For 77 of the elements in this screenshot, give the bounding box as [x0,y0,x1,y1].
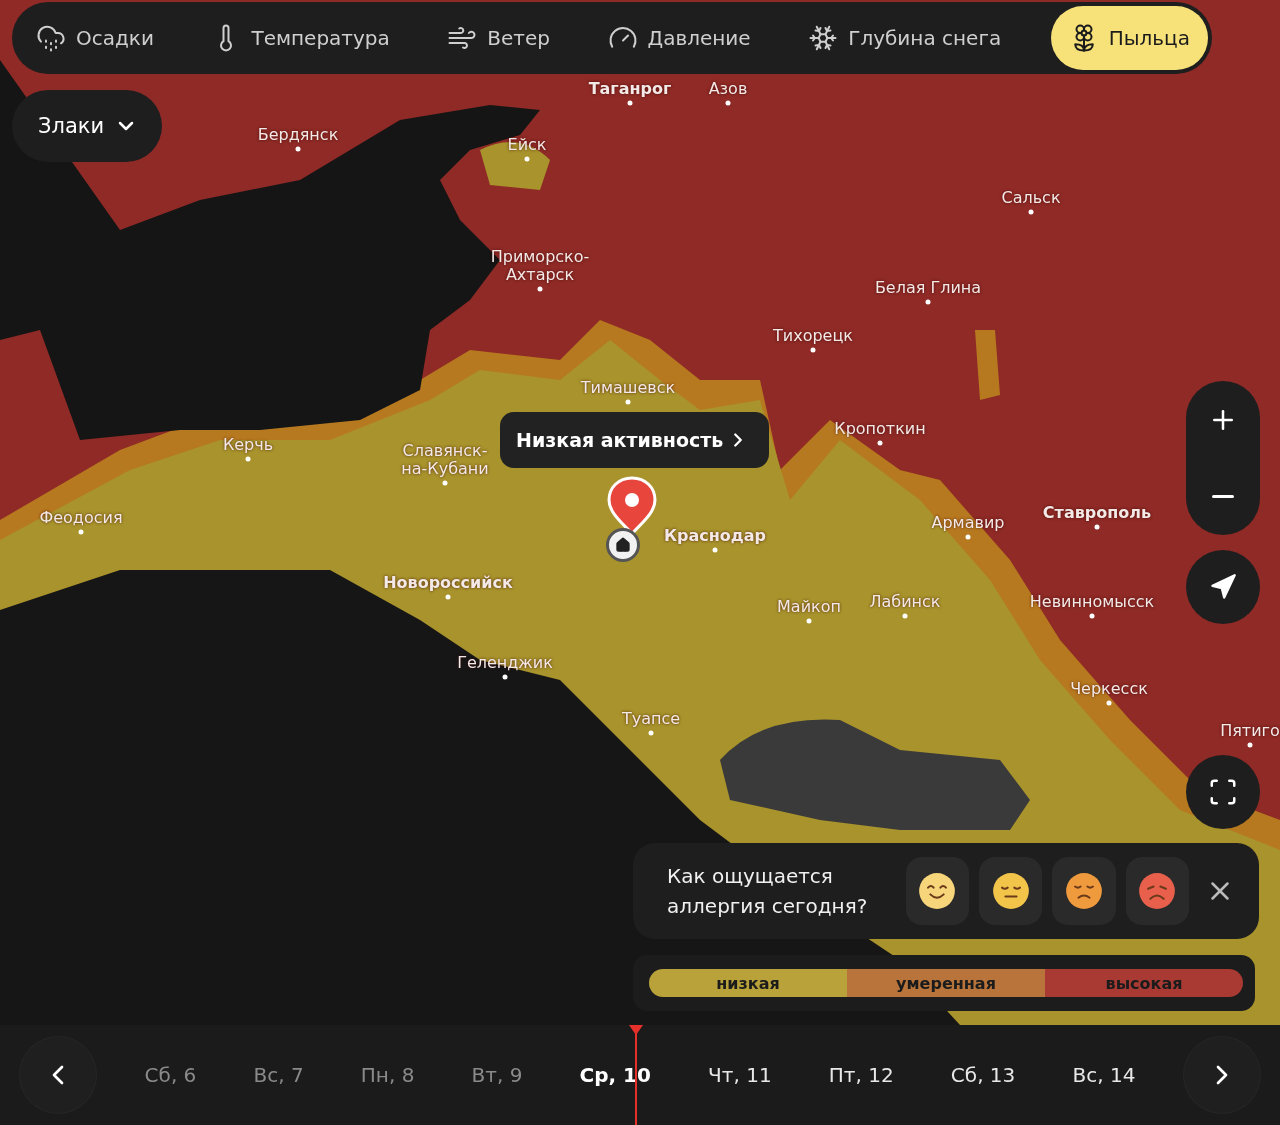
layer-tab[interactable]: Температура [203,6,398,70]
activity-popup[interactable]: Низкая активность [500,412,770,468]
feedback-question: Как ощущается аллергия сегодня? [667,863,869,920]
legend-level: низкая [649,969,847,997]
city-dot [625,399,631,405]
city-dot [965,534,971,540]
city-label: Азов [708,80,748,98]
city-dot [725,100,731,106]
navigation-arrow-icon [1209,573,1237,601]
city-dot [537,286,543,292]
city-label: Бердянск [257,126,339,144]
city-dot [1247,742,1253,748]
mood-button[interactable] [1052,857,1116,925]
city-dot [524,156,530,162]
city-dot [1089,613,1095,619]
day-tab[interactable]: Сб, 13 [944,1062,1022,1088]
day-tab[interactable]: Вс, 14 [1066,1062,1142,1088]
snowflake-icon [808,23,839,53]
city-dot [1028,209,1034,215]
city-dot [1106,700,1112,706]
city-label: Туапсе [621,710,681,728]
city-dot [245,456,251,462]
city-dot [810,347,816,353]
layer-tab[interactable]: Осадки [28,6,162,70]
day-tab[interactable]: Вт, 9 [465,1062,529,1088]
mood-button[interactable] [979,857,1043,925]
day-tab[interactable]: Чт, 11 [702,1062,778,1088]
city-label: Тихорецк [773,327,853,345]
day-tab[interactable]: Пн, 8 [354,1062,421,1088]
city-label: Сальск [1001,189,1061,207]
home-icon [615,537,631,553]
minus-icon [1212,495,1234,498]
city-label: Славянск- на-Кубани [401,442,489,478]
city-label: Ейск [507,136,547,154]
day-tab[interactable]: Сб, 6 [138,1062,203,1088]
city-label: Таганрог [588,80,672,98]
layer-tab[interactable]: Ветер [439,6,558,70]
city-dot [877,440,883,446]
cloud-drizzle-icon [36,23,66,53]
city-dot [445,594,451,600]
city-label: Черкесск [1070,680,1148,698]
city-label: Кропоткин [834,420,926,438]
city-dot [627,100,633,106]
city-dot [295,146,301,152]
city-label: Невинномысск [1029,593,1155,611]
city-dot [902,613,908,619]
layer-tab[interactable]: Пыльца [1050,6,1208,70]
city-label: Феодосия [39,509,123,527]
mood-button[interactable] [905,857,970,925]
city-label: Армавир [931,514,1005,532]
city-label: Белая Глина [874,279,982,297]
city-dot [648,730,654,736]
legend-level: высокая [1045,969,1243,997]
city-dot [442,480,448,486]
city-label: Лабинск [869,593,941,611]
fullscreen-icon [1208,777,1238,807]
city-label: Краснодар [664,527,766,545]
pollen-filter-dropdown[interactable]: Злаки [12,90,163,162]
city-dot [806,618,812,624]
city-dot [1094,524,1100,530]
day-tab[interactable]: Пт, 12 [822,1062,900,1088]
city-label: Пятиго [1220,722,1280,740]
city-label: Новороссийск [383,574,513,592]
day-tab[interactable]: Вс, 7 [247,1062,310,1088]
city-label: Майкоп [777,598,841,616]
city-dot [925,299,931,305]
city-dot [712,547,718,553]
city-dot [502,674,508,680]
city-label: Керчь [222,436,274,454]
city-label: Тимашевск [580,379,676,397]
mood-button[interactable] [1125,857,1190,925]
pollen-zone-shape [975,330,1000,400]
city-label: Ставрополь [1042,504,1152,522]
layer-tab[interactable]: Давление [599,6,759,70]
city-dot [78,529,84,535]
legend-level: умеренная [847,969,1045,997]
layer-tab[interactable]: Глубина снега [800,6,1010,70]
